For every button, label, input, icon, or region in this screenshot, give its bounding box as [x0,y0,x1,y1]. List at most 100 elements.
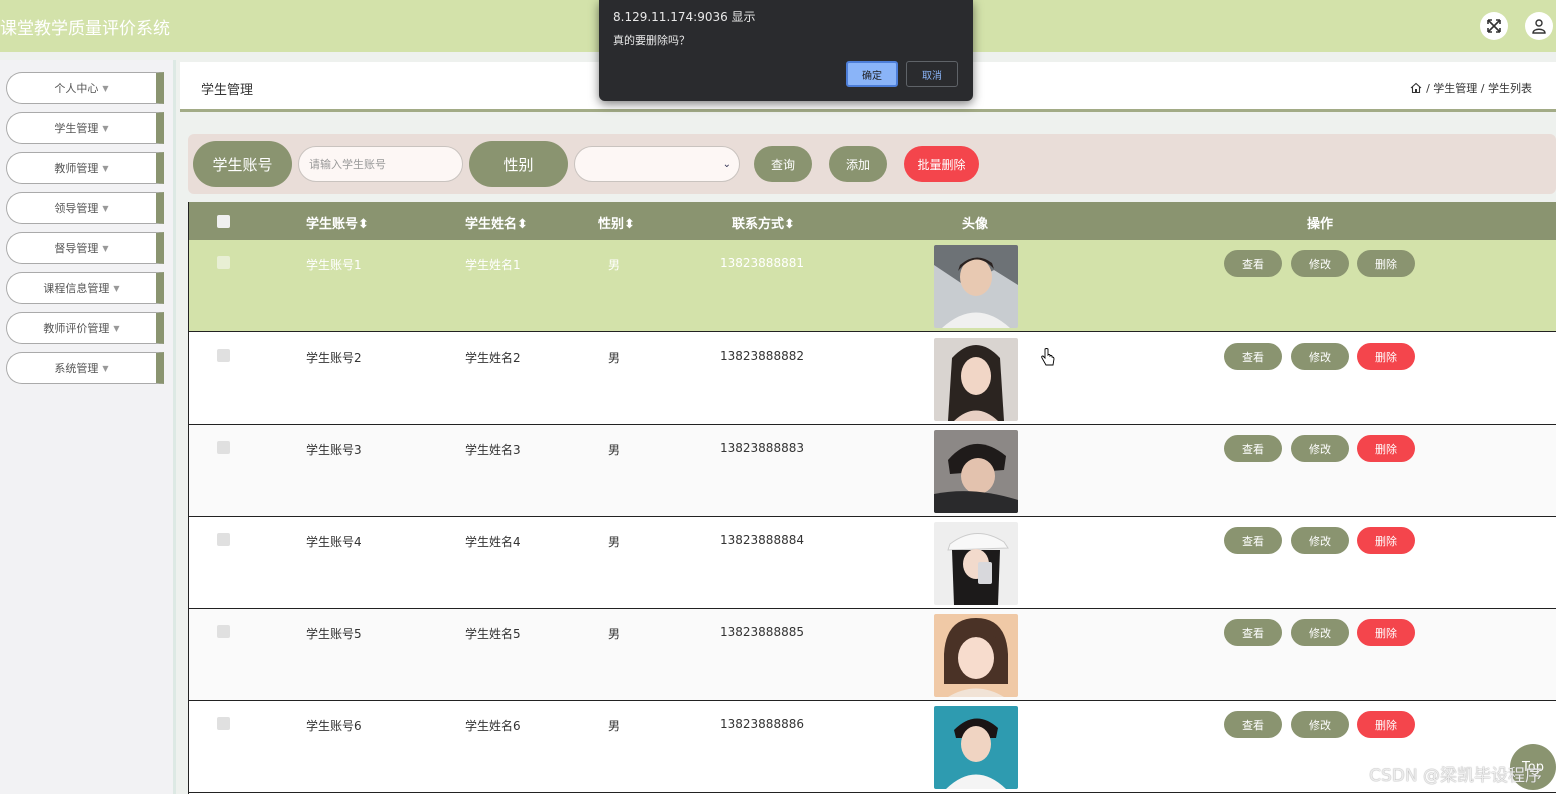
delete-button[interactable]: 删除 [1357,250,1415,277]
query-button[interactable]: 查询 [754,146,812,182]
dialog-title: 8.129.11.174:9036 显示 [613,10,756,24]
sidebar-item-course-info-management[interactable]: 课程信息管理 ▼ [6,272,164,304]
cell-account: 学生账号2 [306,351,362,365]
account-search-input[interactable]: 请输入学生账号 [298,146,463,182]
caret-down-icon: ▼ [113,323,120,333]
delete-button[interactable]: 删除 [1357,435,1415,462]
cell-account: 学生账号4 [306,535,362,549]
sort-icon: ⬍ [358,217,369,232]
add-button[interactable]: 添加 [829,146,887,182]
sort-icon: ⬍ [624,217,635,232]
column-header-name[interactable]: 学生姓名⬍ [465,213,528,232]
delete-button[interactable]: 删除 [1357,711,1415,738]
caret-down-icon: ▼ [113,283,120,293]
row-checkbox[interactable] [217,256,230,269]
confirm-cancel-button[interactable]: 取消 [906,61,958,87]
table-row: 学生账号5 学生姓名5 男 13823888885 查看 修改 删除 [189,609,1556,701]
gender-select[interactable]: ⌄ [574,146,740,182]
edit-button[interactable]: 修改 [1291,619,1349,646]
hand-cursor-icon [1040,348,1056,372]
cell-phone: 13823888886 [720,717,804,731]
row-checkbox[interactable] [217,625,230,638]
sidebar-item-teacher-evaluation-management[interactable]: 教师评价管理 ▼ [6,312,164,344]
cell-name: 学生姓名1 [465,258,521,272]
sidebar-item-teacher-management[interactable]: 教师管理 ▼ [6,152,164,184]
cell-name: 学生姓名5 [465,627,521,641]
breadcrumb: / 学生管理 / 学生列表 [1410,80,1532,96]
select-all-checkbox[interactable] [217,215,230,228]
sidebar-item-label: 教师管理 [54,162,99,175]
sidebar-item-supervisor-management[interactable]: 督导管理 ▼ [6,232,164,264]
table-row: 学生账号3 学生姓名3 男 13823888883 查看 修改 删除 [189,425,1556,517]
chevron-down-icon: ⌄ [722,159,731,170]
app-title: 课堂教学质量评价系统 [0,19,170,39]
row-checkbox[interactable] [217,349,230,362]
breadcrumb-path: / 学生管理 / 学生列表 [1426,82,1532,95]
sidebar-item-label: 督导管理 [54,242,99,255]
cell-phone: 13823888883 [720,441,804,455]
user-icon[interactable] [1525,12,1553,40]
view-button[interactable]: 查看 [1224,250,1282,277]
column-header-account[interactable]: 学生账号⬍ [306,213,369,232]
view-button[interactable]: 查看 [1224,711,1282,738]
home-icon[interactable] [1410,82,1422,94]
edit-button[interactable]: 修改 [1291,711,1349,738]
batch-delete-button[interactable]: 批量删除 [904,146,979,182]
row-checkbox[interactable] [217,441,230,454]
column-header-phone[interactable]: 联系方式⬍ [732,213,795,232]
table-row: 学生账号6 学生姓名6 男 13823888886 查看 修改 删除 [189,701,1556,793]
edit-button[interactable]: 修改 [1291,343,1349,370]
cell-phone: 13823888881 [720,256,804,270]
cell-gender: 男 [608,351,621,365]
student-avatar [934,338,1018,421]
table-row: 学生账号1 学生姓名1 男 13823888881 查看 修改 删除 [189,240,1556,332]
sort-icon: ⬍ [517,217,528,232]
view-button[interactable]: 查看 [1224,527,1282,554]
sidebar-item-student-management[interactable]: 学生管理 ▼ [6,112,164,144]
sidebar-item-label: 学生管理 [54,122,99,135]
search-panel: 学生账号 请输入学生账号 性别 ⌄ 查询 添加 批量删除 [188,134,1556,194]
sidebar: 个人中心 ▼ 学生管理 ▼ 教师管理 ▼ 领导管理 ▼ 督导管理 ▼ 课程信息管理 ▼ 教师… [0,60,176,794]
view-button[interactable]: 查看 [1224,343,1282,370]
student-avatar [934,706,1018,789]
sidebar-item-label: 领导管理 [54,202,99,215]
cell-gender: 男 [608,443,621,457]
caret-down-icon: ▼ [102,243,109,253]
edit-button[interactable]: 修改 [1291,435,1349,462]
edit-button[interactable]: 修改 [1291,527,1349,554]
view-button[interactable]: 查看 [1224,435,1282,462]
caret-down-icon: ▼ [102,363,109,373]
cell-phone: 13823888884 [720,533,804,547]
edit-button[interactable]: 修改 [1291,250,1349,277]
sidebar-item-label: 课程信息管理 [43,282,110,295]
table-row: 学生账号2 学生姓名2 男 13823888882 查看 修改 删除 [189,333,1556,425]
account-label: 学生账号 [193,141,292,187]
cell-gender: 男 [608,535,621,549]
column-header-gender[interactable]: 性别⬍ [598,213,635,232]
sidebar-item-leader-management[interactable]: 领导管理 ▼ [6,192,164,224]
row-checkbox[interactable] [217,533,230,546]
column-header-avatar: 头像 [962,217,989,232]
student-avatar [934,245,1018,328]
gender-label: 性别 [469,141,568,187]
caret-down-icon: ▼ [102,123,109,133]
sidebar-item-personal-center[interactable]: 个人中心 ▼ [6,72,164,104]
delete-button[interactable]: 删除 [1357,343,1415,370]
column-header-actions: 操作 [1307,217,1334,232]
row-checkbox[interactable] [217,717,230,730]
cell-account: 学生账号3 [306,443,362,457]
cell-gender: 男 [608,627,621,641]
confirm-ok-button[interactable]: 确定 [846,61,898,87]
cell-name: 学生姓名6 [465,719,521,733]
sidebar-item-label: 系统管理 [54,362,99,375]
cell-gender: 男 [608,258,621,272]
caret-down-icon: ▼ [102,83,109,93]
view-button[interactable]: 查看 [1224,619,1282,646]
cell-phone: 13823888885 [720,625,804,639]
student-avatar [934,430,1018,513]
delete-button[interactable]: 删除 [1357,527,1415,554]
fullscreen-icon[interactable] [1480,12,1508,40]
delete-button[interactable]: 删除 [1357,619,1415,646]
sidebar-item-system-management[interactable]: 系统管理 ▼ [6,352,164,384]
dialog-message: 真的要删除吗？ [613,34,690,47]
